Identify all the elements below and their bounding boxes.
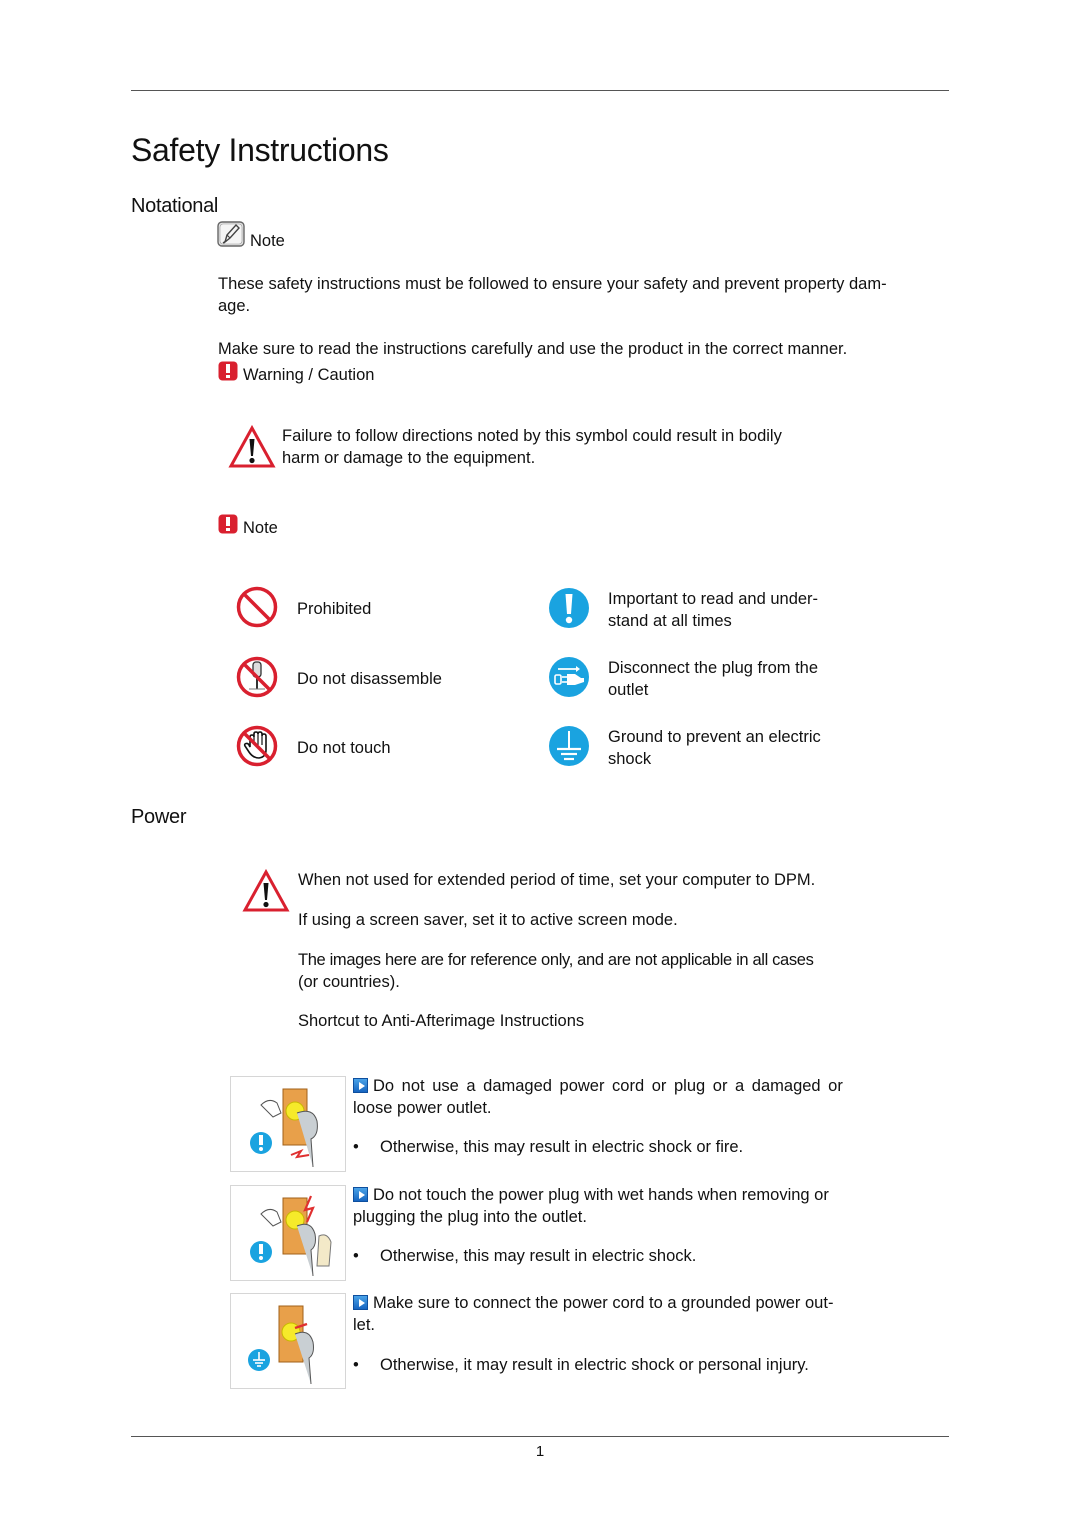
page-number: 1: [535, 1443, 545, 1460]
warning-text-line-2: harm or damage to the equipment.: [282, 449, 536, 467]
important-label-line-1: Important to read and under-: [608, 590, 819, 608]
notational-paragraph-2: Make sure to read the instructions caref…: [218, 340, 848, 358]
grounded-outlet-illustration: [248, 1305, 314, 1385]
warning-badge-icon: [218, 361, 238, 381]
note-label: Note: [250, 232, 285, 250]
arrow-bullet-icon: [353, 1187, 368, 1202]
do-not-touch-icon: [236, 725, 278, 767]
important-icon: [549, 588, 589, 628]
notational-paragraph-1: These safety instructions must be follow…: [218, 275, 887, 315]
bullet-dot: •: [353, 1138, 359, 1156]
power-item-1-illustration: [230, 1076, 346, 1172]
power-item-1-line-2: loose power outlet.: [353, 1099, 492, 1117]
notational-heading: Notational: [131, 195, 219, 217]
wet-hands-plug-illustration: [250, 1195, 332, 1277]
disconnect-plug-label-line-1: Disconnect the plug from the: [608, 659, 819, 677]
power-item-3-illustration: [230, 1293, 346, 1389]
power-item-3-line-2: let.: [353, 1316, 376, 1334]
important-label-line-2: stand at all times: [608, 612, 732, 630]
power-item-3-line-1: Make sure to connect the power cord to a…: [353, 1292, 833, 1314]
prohibited-icon: [236, 586, 278, 628]
footer-rule: [131, 1436, 949, 1437]
power-item-2-bullet: • Otherwise, this may result in electric …: [353, 1247, 697, 1265]
ground-icon: [549, 726, 589, 766]
do-not-disassemble-icon: [236, 656, 278, 698]
power-item-1-line-1: Do not use a damaged power cord or plug …: [353, 1075, 843, 1097]
power-item-2-illustration: [230, 1185, 346, 1281]
warning-caution-label: Warning / Caution: [243, 366, 375, 384]
note2-label: Note: [243, 519, 278, 537]
arrow-bullet-icon: [353, 1078, 368, 1093]
warning-text-line-1: Failure to follow directions noted by th…: [282, 427, 782, 445]
note-pencil-icon: [217, 221, 245, 247]
power-item-3-bullet: • Otherwise, it may result in electric sh…: [353, 1356, 809, 1374]
power-heading: Power: [131, 806, 187, 828]
power-intro-screensaver: If using a screen saver, set it to activ…: [298, 911, 678, 929]
note-badge-icon: [218, 514, 238, 534]
do-not-touch-label: Do not touch: [297, 739, 391, 757]
disconnect-plug-icon: [549, 657, 589, 697]
do-not-disassemble-label: Do not disassemble: [297, 670, 442, 688]
power-warning-triangle-icon: [242, 869, 290, 912]
power-intro-reference-line-2: (or countries).: [298, 973, 400, 991]
bullet-dot: •: [353, 1247, 359, 1265]
page-title: Safety Instructions: [131, 132, 389, 168]
anti-afterimage-shortcut-link[interactable]: Shortcut to Anti-Afterimage Instructions: [298, 1010, 584, 1032]
ground-label-line-1: Ground to prevent an electric: [608, 728, 821, 746]
bullet-dot: •: [353, 1356, 359, 1374]
arrow-bullet-icon: [353, 1295, 368, 1310]
power-item-2-line-1: Do not touch the power plug with wet han…: [353, 1184, 829, 1206]
ground-label-line-2: shock: [608, 750, 652, 768]
power-item-1-bullet: • Otherwise, this may result in electric …: [353, 1138, 744, 1156]
power-item-2-line-2: plugging the plug into the outlet.: [353, 1208, 587, 1226]
power-intro-dpm: When not used for extended period of tim…: [298, 871, 816, 889]
prohibited-label: Prohibited: [297, 600, 372, 618]
warning-triangle-icon: [228, 425, 276, 468]
power-intro-reference-line-1: The images here are for reference only, …: [298, 951, 814, 969]
damaged-plug-illustration: [250, 1088, 318, 1168]
disconnect-plug-label-line-2: outlet: [608, 681, 649, 699]
header-rule: [131, 90, 949, 91]
